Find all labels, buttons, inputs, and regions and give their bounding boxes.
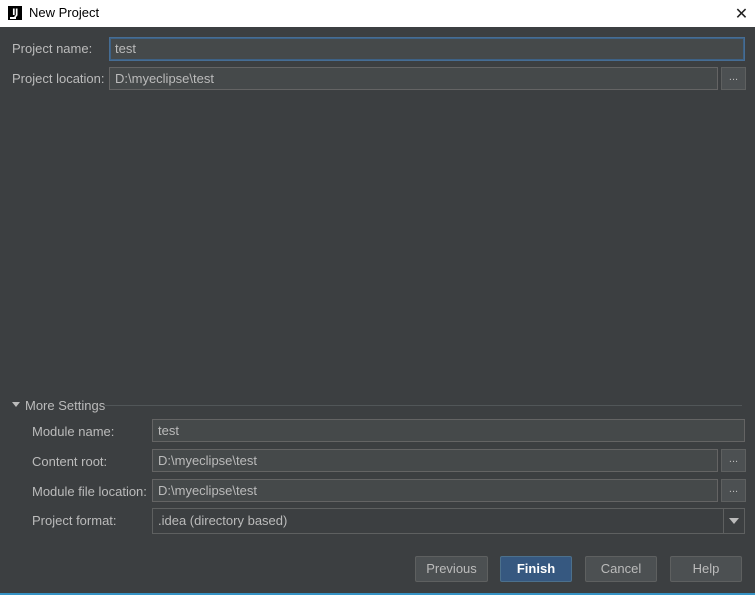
triangle-down-icon [12, 402, 20, 408]
module-name-input[interactable]: test [152, 419, 745, 442]
project-location-label: Project location: [12, 71, 105, 86]
combo-separator [723, 509, 724, 533]
content-root-browse-button[interactable]: ... [721, 449, 746, 472]
more-settings-toggle[interactable]: More Settings [12, 398, 105, 414]
project-format-label: Project format: [32, 513, 117, 528]
cancel-button[interactable]: Cancel [585, 556, 657, 582]
chevron-down-icon [729, 518, 739, 524]
project-name-label: Project name: [12, 41, 93, 56]
module-file-location-input[interactable]: D:\myeclipse\test [152, 479, 718, 502]
help-button[interactable]: Help [670, 556, 742, 582]
title-bar: IJ New Project ✕ [0, 0, 755, 27]
window-title: New Project [29, 5, 100, 20]
intellij-icon: IJ [8, 6, 22, 20]
project-location-input[interactable]: D:\myeclipse\test [109, 67, 718, 90]
close-icon[interactable]: ✕ [728, 0, 755, 27]
module-name-label: Module name: [32, 424, 115, 439]
module-file-location-browse-button[interactable]: ... [721, 479, 746, 502]
project-name-input[interactable]: test [109, 37, 745, 61]
content-root-input[interactable]: D:\myeclipse\test [152, 449, 718, 472]
project-format-select[interactable]: .idea (directory based) [152, 508, 745, 534]
project-location-browse-button[interactable]: ... [721, 67, 746, 90]
more-settings-label: More Settings [25, 398, 106, 413]
previous-button[interactable]: Previous [415, 556, 488, 582]
section-divider [105, 405, 742, 406]
project-format-value: .idea (directory based) [158, 513, 288, 528]
finish-button[interactable]: Finish [500, 556, 572, 582]
content-root-label: Content root: [32, 454, 108, 469]
module-file-location-label: Module file location: [32, 484, 147, 499]
